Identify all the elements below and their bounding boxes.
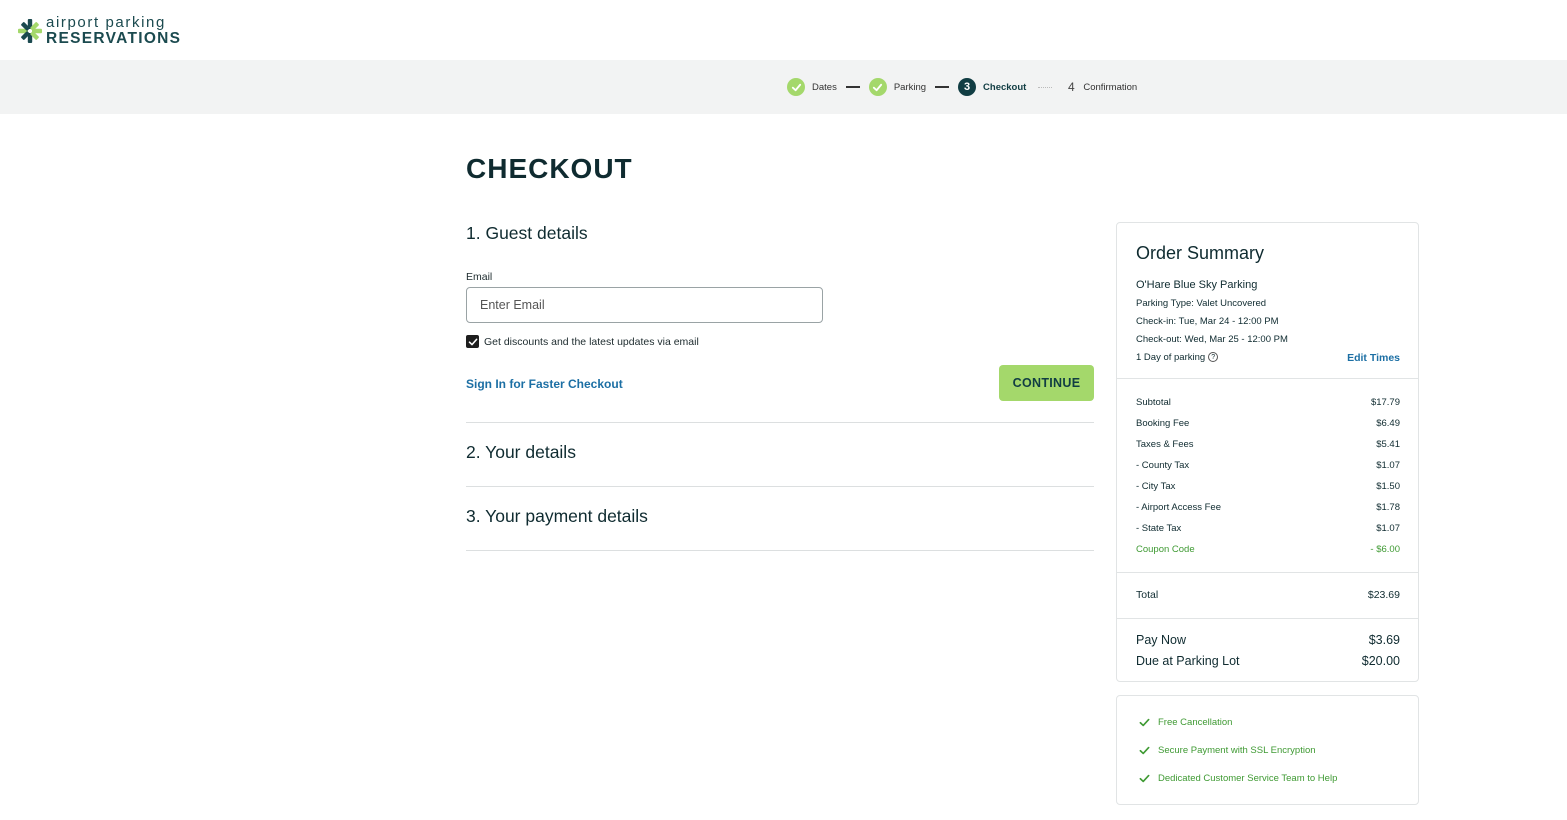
section-divider	[466, 486, 1094, 487]
step-confirmation: 4 Confirmation	[1064, 78, 1137, 96]
payment-details-heading[interactable]: 3. Your payment details	[466, 506, 648, 527]
total-row: Total $23.69	[1136, 589, 1400, 601]
order-summary-title: Order Summary	[1136, 243, 1265, 263]
fee-label: - County Tax	[1136, 460, 1190, 471]
parking-duration: 1 Day of parking?	[1136, 352, 1219, 363]
opt-in-checkbox[interactable]	[466, 335, 479, 348]
checkout-page: airport parking RESERVATIONS Dates Parki…	[0, 0, 1567, 820]
checkmark-icon	[1139, 774, 1150, 783]
coupon-label: Coupon Code	[1136, 544, 1195, 555]
email-input[interactable]	[466, 287, 823, 323]
total-value: $23.69	[1367, 589, 1400, 601]
benefit-item: Free Cancellation	[1139, 717, 1232, 728]
fee-label: - Airport Access Fee	[1136, 502, 1222, 513]
section-divider	[466, 422, 1094, 423]
fee-row-city-tax: - City Tax $1.50	[1136, 481, 1400, 492]
email-label: Email	[466, 271, 493, 283]
step-label: Confirmation	[1083, 81, 1138, 93]
step-number: 4	[1068, 80, 1075, 94]
benefit-item: Dedicated Customer Service Team to Help	[1139, 773, 1337, 784]
benefit-label: Secure Payment with SSL Encryption	[1158, 745, 1316, 756]
step-separator	[1038, 86, 1053, 88]
fee-label: Subtotal	[1136, 397, 1171, 408]
step-label: Parking	[893, 81, 927, 93]
email-opt-in[interactable]: Get discounts and the latest updates via…	[466, 335, 699, 348]
page-title: CHECKOUT	[466, 153, 633, 184]
checkmark-icon	[1139, 718, 1150, 727]
logo-star-icon	[18, 18, 42, 43]
step-dates[interactable]: Dates	[787, 78, 837, 96]
fee-value: $1.78	[1376, 502, 1400, 513]
pay-now-value: $3.69	[1368, 633, 1400, 647]
benefit-item: Secure Payment with SSL Encryption	[1139, 745, 1316, 756]
fee-label: Taxes & Fees	[1136, 439, 1194, 450]
benefit-label: Free Cancellation	[1158, 717, 1233, 728]
fee-row-coupon: Coupon Code - $6.00	[1136, 544, 1400, 555]
check-in-time: Check-in: Tue, Mar 24 - 12:00 PM	[1136, 316, 1279, 327]
due-at-lot-value: $20.00	[1361, 654, 1400, 668]
check-out-time: Check-out: Wed, Mar 25 - 12:00 PM	[1136, 334, 1288, 345]
progress-stepper: Dates Parking 3 Checkout 4 Confirmation	[787, 78, 1137, 96]
benefits-card: Free Cancellation Secure Payment with SS…	[1116, 695, 1419, 805]
section-divider	[466, 550, 1094, 551]
step-separator	[935, 86, 950, 88]
logo-text-top: airport parking	[46, 14, 166, 31]
parking-lot-name: O'Hare Blue Sky Parking	[1136, 279, 1258, 291]
fee-row-booking: Booking Fee $6.49	[1136, 418, 1400, 429]
benefit-label: Dedicated Customer Service Team to Help	[1158, 773, 1338, 784]
parking-duration-text: 1 Day of parking	[1136, 352, 1206, 363]
fee-row-county-tax: - County Tax $1.07	[1136, 460, 1400, 471]
card-divider	[1117, 378, 1418, 379]
edit-times-link[interactable]: Edit Times	[1347, 352, 1400, 364]
checkmark-icon	[1139, 746, 1150, 755]
total-label: Total	[1136, 589, 1159, 601]
fee-row-taxes: Taxes & Fees $5.41	[1136, 439, 1400, 450]
site-header: airport parking RESERVATIONS	[0, 0, 1567, 60]
sign-in-link[interactable]: Sign In for Faster Checkout	[466, 377, 623, 391]
brand-logo[interactable]: airport parking RESERVATIONS	[17, 15, 181, 47]
fee-value: $6.49	[1376, 418, 1400, 429]
card-divider	[1117, 572, 1418, 573]
fee-row-state-tax: - State Tax $1.07	[1136, 523, 1400, 534]
fee-row-subtotal: Subtotal $17.79	[1136, 397, 1400, 408]
pay-now-row: Pay Now $3.69	[1136, 633, 1400, 647]
fee-label: - State Tax	[1136, 523, 1182, 534]
fee-row-airport-access: - Airport Access Fee $1.78	[1136, 502, 1400, 513]
due-at-lot-row: Due at Parking Lot $20.00	[1136, 654, 1400, 668]
step-parking[interactable]: Parking	[868, 78, 927, 96]
parking-type: Parking Type: Valet Uncovered	[1136, 298, 1267, 309]
help-icon[interactable]: ?	[1208, 352, 1219, 363]
checkmark-icon	[468, 338, 477, 345]
card-divider	[1117, 618, 1418, 619]
opt-in-label: Get discounts and the latest updates via…	[484, 335, 699, 348]
check-circle-icon	[868, 78, 887, 96]
progress-stepper-bar: Dates Parking 3 Checkout 4 Confirmation	[0, 60, 1567, 114]
fee-value: $1.50	[1376, 481, 1400, 492]
fee-value: $17.79	[1370, 397, 1400, 408]
order-summary-card: Order Summary O'Hare Blue Sky Parking Pa…	[1116, 222, 1419, 682]
step-separator	[845, 86, 860, 88]
fee-value: $1.07	[1376, 523, 1400, 534]
logo-text-bottom: RESERVATIONS	[46, 30, 182, 47]
guest-details-heading[interactable]: 1. Guest details	[466, 223, 588, 244]
pay-now-label: Pay Now	[1136, 633, 1187, 647]
step-checkout: 3 Checkout	[958, 78, 1026, 96]
step-label: Dates	[812, 81, 837, 93]
step-label: Checkout	[983, 81, 1027, 93]
coupon-value: - $6.00	[1370, 544, 1400, 555]
check-circle-icon	[787, 78, 805, 96]
fee-value: $5.41	[1376, 439, 1400, 450]
due-at-lot-label: Due at Parking Lot	[1136, 654, 1240, 668]
your-details-heading[interactable]: 2. Your details	[466, 442, 576, 463]
fee-label: - City Tax	[1136, 481, 1176, 492]
fee-value: $1.07	[1376, 460, 1400, 471]
continue-button[interactable]: CONTINUE	[999, 365, 1094, 401]
fee-label: Booking Fee	[1136, 418, 1190, 429]
step-number: 3	[958, 78, 977, 96]
